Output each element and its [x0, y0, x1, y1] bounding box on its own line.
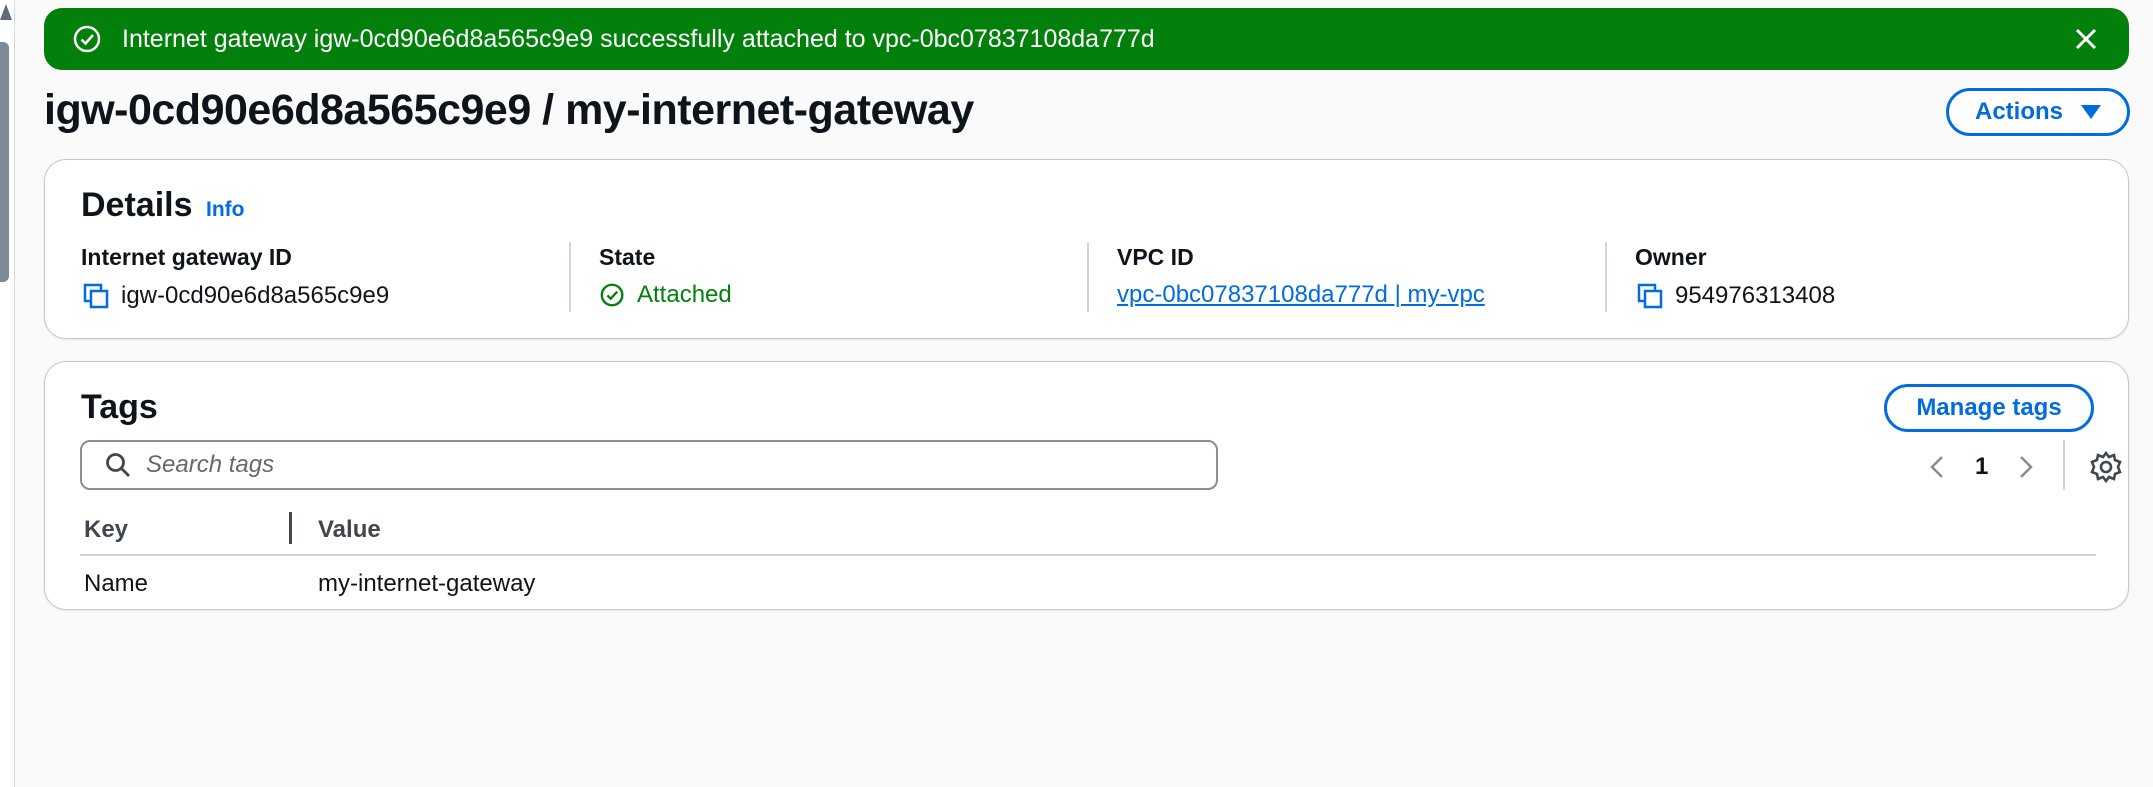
vpc-id-link[interactable]: vpc-0bc07837108da777d | my-vpc	[1117, 281, 1485, 309]
table-header: Key Value	[80, 502, 2096, 556]
owner-value: 954976313408	[1675, 282, 1836, 309]
status-success-icon	[600, 283, 624, 307]
actions-button-label: Actions	[1974, 98, 2063, 125]
state-value: Attached	[637, 281, 732, 308]
success-flash-banner: Internet gateway igw-0cd90e6d8a565c9e9 s…	[44, 8, 2129, 70]
tag-key-cell: Name	[84, 570, 149, 597]
copy-icon[interactable]	[81, 281, 111, 311]
copy-icon[interactable]	[1635, 281, 1665, 311]
field-state: State Attached	[599, 244, 732, 309]
column-divider	[1605, 242, 1607, 312]
search-icon	[106, 453, 130, 477]
field-label: VPC ID	[1117, 244, 1194, 270]
field-vpc-id: VPC ID vpc-0bc07837108da777d | my-vpc	[1117, 244, 1485, 309]
tags-table: Key Value Name my-internet-gateway	[80, 502, 2096, 610]
gear-icon[interactable]	[2089, 450, 2123, 484]
manage-tags-button[interactable]: Manage tags	[1884, 384, 2094, 432]
field-label: Owner	[1635, 244, 1707, 270]
field-label: State	[599, 244, 656, 270]
info-link[interactable]: Info	[206, 198, 244, 222]
pagination: 1	[1923, 446, 2040, 488]
tags-heading: Tags	[81, 388, 158, 426]
field-label: Internet gateway ID	[81, 244, 292, 270]
page-title: igw-0cd90e6d8a565c9e9 / my-internet-gate…	[44, 86, 974, 134]
side-panel-handle[interactable]	[0, 42, 9, 282]
current-page-number[interactable]: 1	[1975, 453, 1988, 481]
column-header-value[interactable]: Value	[318, 516, 381, 544]
column-header-key[interactable]: Key	[84, 516, 128, 544]
field-owner: Owner 954976313408	[1635, 244, 1835, 311]
pagination-divider	[2063, 440, 2065, 490]
close-icon[interactable]	[2071, 24, 2101, 54]
column-resize-handle[interactable]	[289, 512, 292, 544]
tag-value-cell: my-internet-gateway	[318, 570, 536, 597]
table-row: Name my-internet-gateway	[80, 556, 2096, 610]
check-circle-icon	[73, 25, 101, 53]
column-divider	[1087, 242, 1089, 312]
search-tags-input[interactable]	[146, 451, 1216, 479]
internet-gateway-id-value: igw-0cd90e6d8a565c9e9	[121, 282, 390, 309]
chevron-right-icon[interactable]	[2010, 452, 2040, 482]
left-rail	[0, 0, 15, 787]
tags-search-field[interactable]	[80, 440, 1218, 490]
field-internet-gateway-id: Internet gateway ID igw-0cd90e6d8a565c9e…	[81, 244, 389, 311]
tags-panel: Tags Manage tags 1 Key Value Name	[44, 361, 2129, 610]
chevron-left-icon[interactable]	[1923, 452, 1953, 482]
details-heading: Details	[81, 186, 193, 224]
actions-button[interactable]: Actions	[1946, 88, 2130, 136]
caret-down-icon	[2081, 105, 2101, 119]
details-panel: Details Info Internet gateway ID igw-0cd…	[44, 159, 2129, 339]
flash-message: Internet gateway igw-0cd90e6d8a565c9e9 s…	[122, 24, 1155, 53]
column-divider	[569, 242, 571, 312]
collapse-caret-icon[interactable]	[0, 4, 12, 20]
